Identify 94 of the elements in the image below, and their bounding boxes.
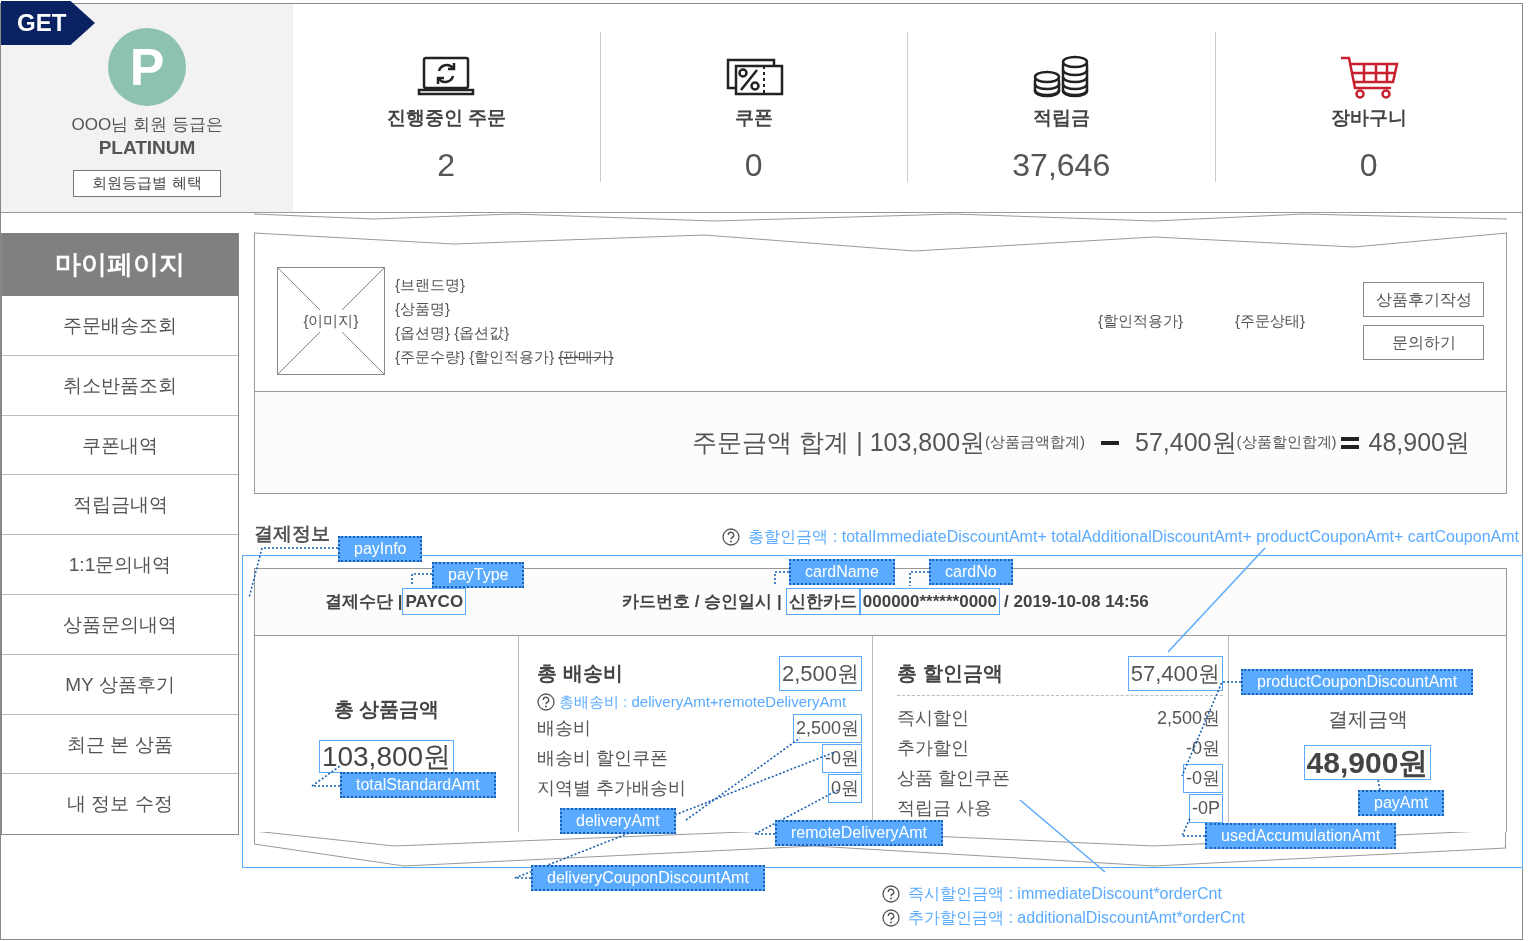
sidebar-item[interactable]: 취소반품조회 bbox=[2, 355, 238, 416]
pay-amount-value: 48,900원 bbox=[1303, 744, 1432, 780]
card-number: 000000******0000 bbox=[859, 587, 1001, 616]
leader-line bbox=[1377, 779, 1381, 791]
sidebar-item[interactable]: MY 상품후기 bbox=[2, 654, 238, 715]
amount-value: 2,500원 bbox=[792, 713, 862, 743]
annotation-tag: payInfo bbox=[338, 536, 423, 562]
help-icon bbox=[882, 884, 900, 903]
annotation-tag: totalStandardAmt bbox=[340, 772, 496, 798]
sidebar-item[interactable]: 1:1문의내역 bbox=[2, 535, 238, 595]
column-title: 총 할인금액 bbox=[897, 661, 1003, 686]
shopping-cart-icon bbox=[1338, 54, 1399, 100]
annotation-tag: deliveryCouponDiscountAmt bbox=[531, 865, 765, 891]
discount-total: 57,400원 bbox=[1135, 426, 1237, 458]
benefits-button[interactable]: 회원등급별 혜택 bbox=[73, 170, 221, 197]
amount-label: 배송비 bbox=[537, 716, 591, 740]
stat-label: 쿠폰 bbox=[733, 106, 774, 130]
sidebar-item[interactable]: 최근 본 상품 bbox=[2, 714, 238, 775]
amount-label: 추가할인 bbox=[897, 737, 969, 760]
formula-note: 총할인금액 : totalImmediateDiscountAmt+ totalAdditionalDiscountAmt+ productCouponAmt+ cartCouponAmt bbox=[748, 526, 1519, 547]
product-price-field: {할인적용가} bbox=[469, 348, 555, 365]
stat-value: 2 bbox=[436, 145, 457, 185]
amount-value: -0원 bbox=[1183, 764, 1223, 793]
discount-price: {할인적용가} bbox=[1097, 310, 1183, 331]
amount-label: 지역별 추가배송비 bbox=[537, 776, 686, 800]
product-info-line: {상품명} bbox=[395, 299, 452, 319]
amount-value: 0원 bbox=[828, 773, 862, 803]
grade-emblem: P bbox=[108, 28, 186, 106]
amount-label: 상품 할인쿠폰 bbox=[897, 767, 1010, 790]
image-placeholder-label: {이미지} bbox=[302, 309, 360, 333]
get-badge: GET bbox=[1, 1, 95, 45]
annotation-tag: productCouponDiscountAmt bbox=[1241, 669, 1474, 695]
payment-total: 48,900원 bbox=[1368, 426, 1470, 458]
annotation-tag: deliveryAmt bbox=[560, 808, 676, 834]
equals-icon bbox=[1340, 436, 1359, 449]
sidebar-title: 마이페이지 bbox=[2, 233, 238, 296]
leader-line bbox=[411, 573, 433, 587]
approval-time: / 2019-10-08 14:56 bbox=[1004, 590, 1149, 613]
help-icon bbox=[537, 692, 555, 711]
stat-value: 37,646 bbox=[1011, 145, 1112, 185]
help-icon bbox=[722, 527, 741, 546]
column-title: 결제금액 bbox=[1326, 706, 1409, 732]
card-label: 카드번호 / 승인일시 | bbox=[622, 590, 782, 613]
stat-value: 0 bbox=[1358, 145, 1379, 185]
product-price-field: {주문수량} bbox=[395, 348, 466, 365]
product-price-field: {판매가} bbox=[558, 348, 614, 365]
amount-label: 적립금 사용 bbox=[897, 797, 992, 820]
annotation-tag: usedAccumulationAmt bbox=[1205, 823, 1397, 849]
formula-note: 즉시할인금액 : immediateDiscount*orderCnt bbox=[908, 883, 1222, 904]
amount-value: -0원 bbox=[822, 743, 862, 773]
sidebar-item[interactable]: 적립금내역 bbox=[2, 475, 238, 536]
annotation-tag: cardName bbox=[789, 559, 895, 585]
order-status: {주문상태} bbox=[1234, 310, 1305, 331]
product-info-line: {옵션명} {옵션값} bbox=[395, 323, 511, 343]
amount-value: -0원 bbox=[1185, 737, 1221, 760]
amount-label: 즉시할인 bbox=[897, 707, 969, 730]
leader-line bbox=[1180, 817, 1206, 837]
section-title: 결제정보 bbox=[254, 522, 330, 546]
sidebar-item[interactable]: 상품문의내역 bbox=[2, 595, 238, 655]
payment-method-value: PAYCO bbox=[402, 587, 467, 616]
formula-note: 추가할인금액 : additionalDiscountAmt*orderCnt bbox=[908, 907, 1245, 928]
column-title: 총 상품금액 bbox=[332, 696, 441, 722]
leader-line bbox=[774, 571, 790, 587]
order-action-button[interactable]: 문의하기 bbox=[1363, 325, 1484, 360]
sidebar-item[interactable]: 쿠폰내역 bbox=[2, 415, 238, 476]
payment-method-label: 결제수단 | bbox=[325, 590, 403, 613]
stat-label: 장바구니 bbox=[1329, 106, 1408, 130]
order-total-label: 주문금액 합계 | 103,800원 bbox=[692, 426, 986, 458]
column-total-value: 57,400원 bbox=[1127, 655, 1223, 691]
annotation-tag: payType bbox=[432, 562, 525, 588]
sidebar-item[interactable]: 내 정보 수정 bbox=[2, 774, 238, 835]
annotation-tag: payAmt bbox=[1358, 790, 1445, 816]
stat-label: 적립금 bbox=[1031, 106, 1091, 130]
column-title: 총 배송비 bbox=[537, 661, 623, 686]
sidebar-item[interactable]: 주문배송조회 bbox=[2, 296, 238, 356]
order-total-note: (상품금액합계) bbox=[985, 432, 1086, 453]
amount-value: -0P bbox=[1189, 794, 1223, 823]
grade-name: PLATINUM bbox=[97, 136, 197, 160]
leader-line bbox=[909, 571, 930, 587]
grade-greeting: OOO님 회원 등급은 bbox=[70, 114, 224, 136]
amount-value: 2,500원 bbox=[1155, 707, 1221, 730]
stat-label: 진행중인 주문 bbox=[385, 106, 507, 130]
stat-value: 0 bbox=[743, 145, 764, 185]
formula-note: 총배송비 : deliveryAmt+remoteDeliveryAmt bbox=[559, 691, 847, 712]
discount-total-note: (상품할인합계) bbox=[1236, 433, 1337, 451]
help-icon bbox=[882, 908, 900, 927]
product-info-line: {브랜드명} bbox=[395, 275, 467, 295]
minus-icon bbox=[1101, 440, 1120, 445]
column-total-value: 2,500원 bbox=[778, 655, 862, 691]
amount-label: 배송비 할인쿠폰 bbox=[537, 746, 668, 770]
card-name: 신한카드 bbox=[785, 587, 860, 616]
annotation-tag: cardNo bbox=[929, 559, 1013, 585]
order-action-button[interactable]: 상품후기작성 bbox=[1363, 282, 1484, 317]
annotation-tag: remoteDeliveryAmt bbox=[775, 820, 944, 846]
